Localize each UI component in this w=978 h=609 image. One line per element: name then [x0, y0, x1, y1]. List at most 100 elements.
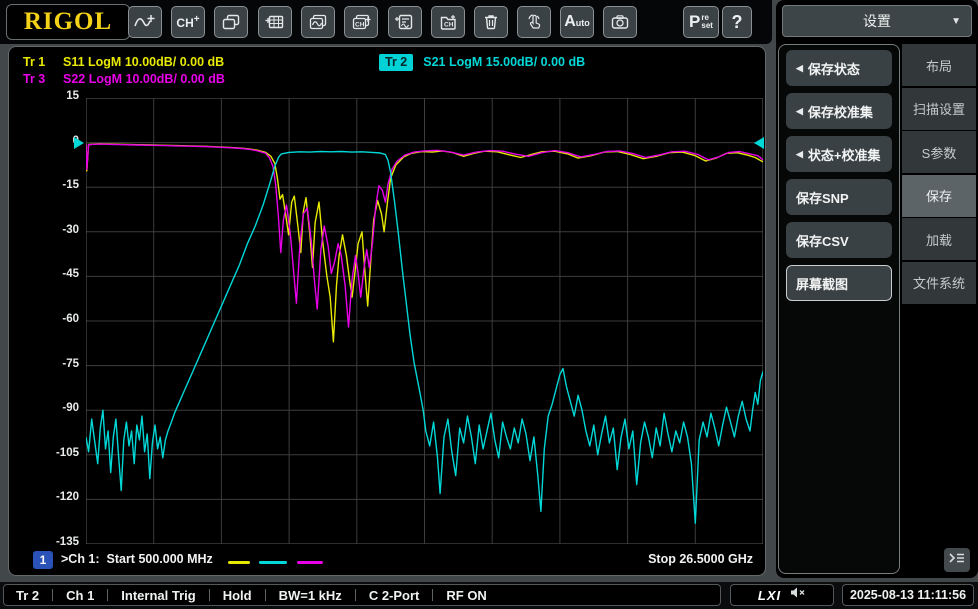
trace1-params: S11 LogM 10.00dB/ 0.00 dB — [63, 55, 225, 69]
trace2-readout[interactable]: Tr 2 S21 LogM 15.00dB/ 0.00 dB — [379, 54, 585, 71]
trace2-color-swatch — [259, 561, 287, 564]
window-layout-button[interactable] — [214, 6, 248, 38]
sidebar-tab-4[interactable]: 保存 — [902, 174, 976, 217]
menu-collapse-button[interactable] — [944, 548, 970, 572]
datetime-label: 2025-08-13 11:11:56 — [849, 588, 967, 602]
y-tick-label: -45 — [62, 268, 79, 281]
help-icon: ? — [731, 11, 743, 32]
y-tick-label: -90 — [62, 402, 79, 415]
menu-button-label: 保存校准集 — [807, 104, 873, 120]
trace3-readout[interactable]: Tr 3 S22 LogM 10.00dB/ 0.00 dB — [23, 72, 225, 86]
settings-menu-header[interactable]: 设置 ▼ — [782, 5, 972, 37]
camera-icon — [610, 13, 630, 31]
status-item: Internal Trig — [121, 587, 196, 603]
delete-button[interactable] — [474, 6, 508, 38]
table-add-icon — [265, 13, 285, 31]
channel-stop-label[interactable]: Stop 26.5000 GHz — [648, 552, 753, 566]
window-trace-icon — [308, 13, 328, 31]
y-tick-label: -30 — [62, 223, 79, 236]
menu-button-3[interactable]: ◀ 状态+校准集 — [786, 136, 892, 172]
menu-button-5[interactable]: 保存CSV — [786, 222, 892, 258]
settings-title: 设置 — [863, 13, 891, 29]
divider — [208, 589, 210, 601]
menu-button-label: 状态+校准集 — [807, 147, 881, 163]
preset-label: Pre set — [689, 12, 713, 31]
y-tick-label: -60 — [62, 313, 79, 325]
save-menu-panel: ◀ 保存状态 ◀ 保存校准集 ◀ 状态+校准集保存SNP 保存CSV 屏幕截图 — [778, 44, 900, 574]
submenu-arrow-icon: ◀ — [796, 105, 803, 116]
divider — [354, 589, 356, 601]
menu-button-4[interactable]: 保存SNP — [786, 179, 892, 215]
menu-button-2[interactable]: ◀ 保存校准集 — [786, 93, 892, 129]
trace-window-button[interactable] — [301, 6, 335, 38]
status-pill: Tr 2 Ch 1 Internal Trig Hold BW=1 kHz C 2-Por… — [3, 584, 721, 606]
trace-add-icon — [134, 13, 156, 31]
trace1-color-swatch — [228, 561, 250, 564]
sidebar-tab-3[interactable]: S参数 — [902, 131, 976, 173]
window-channel-add-icon: CH — [350, 13, 372, 31]
top-toolbar: RIGOL CH+ CH CH Auto P re set ? — [0, 0, 772, 44]
menu-button-label: 保存状态 — [807, 61, 860, 77]
auto-label: Auto — [564, 13, 590, 30]
svg-text:CH: CH — [444, 22, 454, 29]
sidebar-tab-5[interactable]: 加载 — [902, 218, 976, 260]
measurement-window: Tr 1 S11 LogM 10.00dB/ 0.00 dB Tr 3 S22 … — [8, 46, 766, 576]
active-trace-badge[interactable]: Tr 2 — [379, 54, 414, 71]
channel-add-icon: CH+ — [176, 14, 200, 30]
graph-plot-area[interactable] — [86, 98, 763, 544]
menu-button-6[interactable]: 屏幕截图 — [786, 265, 892, 301]
trace1-id: Tr 1 — [23, 55, 46, 69]
touch-hand-icon — [525, 13, 543, 31]
status-item: RF ON — [446, 587, 487, 603]
submenu-arrow-icon: ◀ — [796, 148, 803, 159]
add-table-button[interactable] — [258, 6, 292, 38]
channel-number-badge[interactable]: 1 — [33, 551, 53, 569]
measure-list-button[interactable] — [388, 6, 422, 38]
stacked-windows-icon — [221, 13, 241, 31]
lxi-pill: LXI — [730, 584, 834, 606]
reference-level-marker-right-icon — [754, 137, 764, 149]
sidebar-tab-2[interactable]: 扫描设置 — [902, 87, 976, 130]
screenshot-button[interactable] — [603, 6, 637, 38]
rigol-logo: RIGOL — [6, 4, 130, 40]
channel-start-label[interactable]: >Ch 1: Start 500.000 MHz — [61, 552, 213, 566]
status-item: BW=1 kHz — [278, 587, 342, 603]
menu-button-label: 屏幕截图 — [796, 276, 849, 292]
speaker-muted-icon — [790, 586, 806, 604]
sidebar-tab-1[interactable]: 布局 — [902, 44, 976, 86]
sidebar-tab-6[interactable]: 文件系统 — [902, 261, 976, 304]
trace1-readout[interactable]: Tr 1 S11 LogM 10.00dB/ 0.00 dB — [23, 55, 224, 69]
divider — [264, 589, 266, 601]
status-item: Tr 2 — [16, 587, 40, 603]
add-trace-button[interactable] — [128, 6, 162, 38]
y-tick-label: -135 — [55, 536, 79, 548]
status-item: C 2-Port — [368, 587, 420, 603]
status-item: Hold — [222, 587, 252, 603]
menu-button-1[interactable]: ◀ 保存状态 — [786, 50, 892, 86]
trash-icon — [482, 13, 500, 31]
touch-lock-button[interactable] — [517, 6, 551, 38]
y-tick-label: -75 — [62, 357, 79, 370]
channel-folder-button[interactable]: CH — [431, 6, 465, 38]
preset-button[interactable]: Pre set — [683, 6, 719, 38]
divider — [432, 589, 434, 601]
y-tick-label: 0 — [72, 134, 79, 147]
submenu-arrow-icon: ◀ — [796, 62, 803, 73]
auto-scale-button[interactable]: Auto — [560, 6, 594, 38]
y-tick-label: -105 — [55, 446, 79, 459]
status-item: Ch 1 — [66, 587, 95, 603]
divider — [52, 589, 54, 601]
trace3-params: S22 LogM 10.00dB/ 0.00 dB — [63, 72, 225, 86]
datetime-pill: 2025-08-13 11:11:56 — [842, 584, 974, 606]
sidebar: 设置 ▼ ◀ 保存状态 ◀ 保存校准集 ◀ 状态+校准集保存SNP 保存CSV 屏幕截图 布局… — [776, 0, 978, 578]
y-tick-label: -120 — [55, 491, 79, 504]
channel-window-button[interactable]: CH — [344, 6, 378, 38]
menu-button-label: 保存CSV — [796, 233, 849, 249]
help-button[interactable]: ? — [722, 6, 752, 38]
trace2-params: S21 LogM 15.00dB/ 0.00 dB — [423, 55, 586, 69]
collapse-menu-icon — [948, 551, 966, 570]
trace3-color-swatch — [297, 561, 323, 564]
menu-button-label: 保存SNP — [796, 190, 849, 206]
add-channel-button[interactable]: CH+ — [171, 6, 205, 38]
chevron-down-icon: ▼ — [951, 15, 961, 27]
